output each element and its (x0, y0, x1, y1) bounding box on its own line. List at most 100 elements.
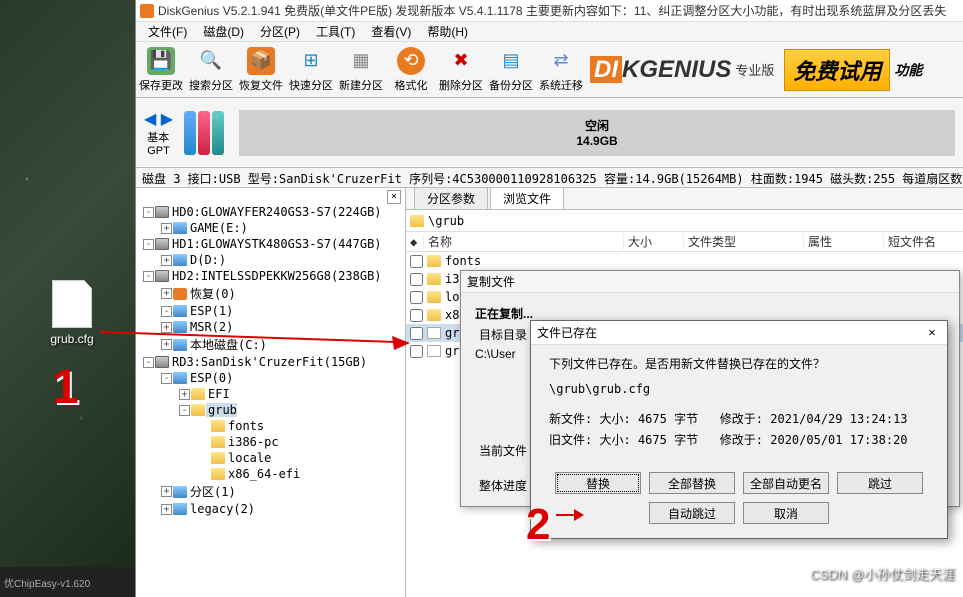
col-attr[interactable]: 属性 (804, 233, 884, 250)
tree-node[interactable]: -ESP(0) (138, 370, 403, 386)
row-checkbox[interactable] (410, 273, 423, 286)
tab-browse-files[interactable]: 浏览文件 (490, 188, 564, 209)
tree-node[interactable]: +D(D:) (138, 252, 403, 268)
tool-search-partition[interactable]: 🔍搜索分区 (186, 43, 236, 97)
tree-node[interactable]: -ESP(1) (138, 303, 403, 319)
replace-all-button[interactable]: 全部替换 (649, 472, 735, 494)
expand-collapse-icon[interactable]: + (161, 223, 172, 234)
expand-collapse-icon[interactable]: - (161, 373, 172, 384)
list-item[interactable]: fonts (406, 252, 963, 270)
logo-rest: KGENIUS (622, 56, 731, 83)
tree-node[interactable]: +MSR(2) (138, 319, 403, 335)
folder-icon (211, 468, 225, 480)
expand-collapse-icon[interactable]: - (143, 239, 154, 250)
file-name: fonts (445, 254, 481, 268)
tree-node[interactable]: + 分区(1) (138, 482, 403, 501)
expand-collapse-icon[interactable]: + (161, 339, 172, 350)
expand-collapse-icon[interactable]: + (179, 389, 190, 400)
row-checkbox[interactable] (410, 345, 423, 358)
menu-partition[interactable]: 分区(P) (252, 21, 308, 42)
menu-file[interactable]: 文件(F) (140, 21, 195, 42)
expand-collapse-icon[interactable]: - (143, 271, 154, 282)
tool-save[interactable]: 💾保存更改 (136, 43, 186, 97)
expand-collapse-icon[interactable]: - (179, 405, 190, 416)
tree-node[interactable]: +legacy(2) (138, 501, 403, 517)
row-checkbox[interactable] (410, 255, 423, 268)
row-checkbox[interactable] (410, 309, 423, 322)
cylinder-icon (184, 111, 196, 155)
col-short[interactable]: 短文件名 (884, 233, 963, 250)
tree-node[interactable]: -HD1:GLOWAYSTK480GS3-S7(447GB) (138, 236, 403, 252)
tool-migrate[interactable]: ⇄系统迁移 (536, 43, 586, 97)
menu-view[interactable]: 查看(V) (363, 21, 419, 42)
expand-collapse-icon[interactable]: + (161, 322, 172, 333)
disk-icon (155, 270, 169, 282)
disk-icon (155, 206, 169, 218)
desktop-file-grub-cfg[interactable]: grub.cfg (48, 280, 96, 346)
tool-delete-partition[interactable]: ✖删除分区 (436, 43, 486, 97)
tree-label: x86_64-efi (226, 467, 300, 481)
recovery-icon (173, 288, 187, 300)
tree-label: 恢复(0) (188, 285, 236, 302)
expand-collapse-icon[interactable]: - (161, 306, 172, 317)
drive-icon (173, 486, 187, 498)
trial-banner: 免费试用 (784, 49, 890, 91)
menu-disk[interactable]: 磁盘(D) (195, 21, 252, 42)
tool-backup-partition[interactable]: ▤备份分区 (486, 43, 536, 97)
menu-tools[interactable]: 工具(T) (308, 21, 363, 42)
col-icon[interactable]: ◆ (406, 235, 424, 249)
tree-node[interactable]: i386-pc (138, 434, 403, 450)
tool-recover-file[interactable]: 📦恢复文件 (236, 43, 286, 97)
file-icon (52, 280, 92, 328)
tree-node[interactable]: +GAME(E:) (138, 220, 403, 236)
tree-node[interactable]: +本地磁盘(C:) (138, 335, 403, 354)
replace-button[interactable]: 替换 (555, 472, 641, 494)
close-icon[interactable]: ✕ (923, 325, 941, 341)
tool-format[interactable]: ⟲格式化 (386, 43, 436, 97)
col-name[interactable]: 名称 (424, 233, 624, 250)
col-size[interactable]: 大小 (624, 233, 684, 250)
path-bar: \grub (406, 210, 963, 232)
toolbar: 💾保存更改 🔍搜索分区 📦恢复文件 ⊞快速分区 ▦新建分区 ⟲格式化 ✖删除分区… (136, 42, 963, 98)
expand-collapse-icon[interactable]: + (161, 255, 172, 266)
folder-icon (410, 215, 424, 227)
cancel-button[interactable]: 取消 (743, 502, 829, 524)
expand-collapse-icon[interactable]: + (161, 486, 172, 497)
tree-node[interactable]: x86_64-efi (138, 466, 403, 482)
tree-node[interactable]: -HD0:GLOWAYFER240GS3-S7(224GB) (138, 204, 403, 220)
logo-feature: 功能 (894, 60, 922, 80)
auto-rename-all-button[interactable]: 全部自动更名 (743, 472, 829, 494)
tree-node[interactable]: -grub (138, 402, 403, 418)
auto-skip-button[interactable]: 自动跳过 (649, 502, 735, 524)
taskbar-item[interactable]: 优ChipEasy-v1.620 (0, 567, 135, 597)
folder-icon (427, 291, 441, 303)
list-header: ◆ 名称 大小 文件类型 属性 短文件名 (406, 232, 963, 252)
exist-path: \grub\grub.cfg (549, 382, 929, 396)
expand-collapse-icon[interactable]: + (161, 504, 172, 515)
tree-label: 分区(1) (188, 483, 236, 500)
tab-partition-params[interactable]: 分区参数 (414, 188, 488, 209)
row-checkbox[interactable] (410, 291, 423, 304)
free-space-bar[interactable]: 空闲 14.9GB (239, 110, 955, 156)
tool-new-partition[interactable]: ▦新建分区 (336, 43, 386, 97)
folder-icon (211, 436, 225, 448)
expand-collapse-icon[interactable]: + (161, 288, 172, 299)
tree-close-icon[interactable]: × (387, 190, 401, 204)
tree-node[interactable]: fonts (138, 418, 403, 434)
tool-quick-partition[interactable]: ⊞快速分区 (286, 43, 336, 97)
expand-collapse-icon[interactable]: - (143, 207, 154, 218)
row-checkbox[interactable] (410, 327, 423, 340)
tree-node[interactable]: + 恢复(0) (138, 284, 403, 303)
tree-node[interactable]: locale (138, 450, 403, 466)
free-label: 空闲 (585, 117, 609, 134)
nav-buttons[interactable]: ◀ ▶ 基本 GPT (144, 109, 173, 157)
menu-help[interactable]: 帮助(H) (419, 21, 476, 42)
tree-node[interactable]: -HD2:INTELSSDPEKKW256G8(238GB) (138, 268, 403, 284)
window-title: DiskGenius V5.2.1.941 免费版(单文件PE版) 发现新版本 … (158, 2, 946, 19)
expand-collapse-icon[interactable]: - (143, 357, 154, 368)
tree-node[interactable]: +EFI (138, 386, 403, 402)
skip-button[interactable]: 跳过 (837, 472, 923, 494)
overall-label: 整体进度 (475, 477, 527, 494)
col-type[interactable]: 文件类型 (684, 233, 804, 250)
tree-node[interactable]: -RD3:SanDisk'CruzerFit(15GB) (138, 354, 403, 370)
